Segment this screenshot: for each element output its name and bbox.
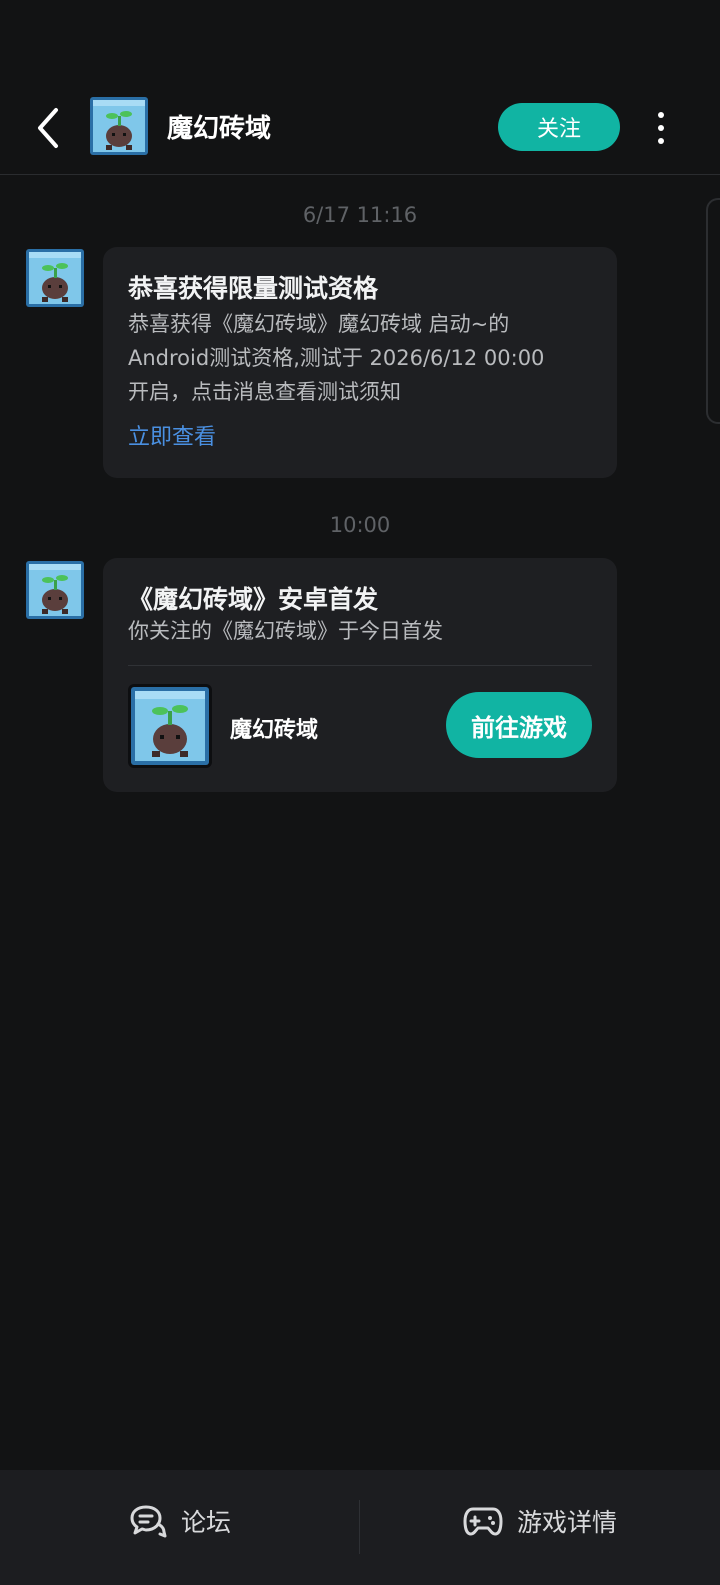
card-divider: [128, 665, 592, 666]
sender-avatar-icon[interactable]: [25, 248, 85, 308]
message-title: 《魔幻砖域》安卓首发: [128, 585, 379, 614]
page-title: 魔幻砖域: [167, 114, 272, 144]
message-card[interactable]: 《魔幻砖域》安卓首发 你关注的《魔幻砖域》于今日首发 魔幻砖域 前往游戏: [103, 558, 617, 792]
top-header: 魔幻砖域 关注: [0, 80, 720, 175]
message-body-line: 开启，点击消息查看测试须知: [128, 380, 401, 404]
game-avatar-icon[interactable]: [89, 96, 149, 156]
back-chevron-icon: [38, 108, 58, 148]
app-root: 魔幻砖域 关注 6/17 11:16 恭喜获得限量测试资格 恭喜获得《魔幻砖域》…: [0, 0, 720, 1585]
message-card[interactable]: 恭喜获得限量测试资格 恭喜获得《魔幻砖域》魔幻砖域 启动~的 Android测试…: [103, 247, 617, 478]
bottom-bar-divider: [359, 1500, 360, 1554]
more-vertical-icon: [658, 112, 664, 118]
go-to-game-button[interactable]: 前往游戏: [446, 692, 592, 758]
game-details-tab[interactable]: 游戏详情: [360, 1456, 720, 1585]
follow-button[interactable]: 关注: [498, 103, 620, 151]
game-icon[interactable]: [128, 684, 212, 768]
view-now-link[interactable]: 立即查看: [128, 419, 216, 451]
forum-tab[interactable]: 论坛: [0, 1456, 360, 1585]
game-details-tab-label: 游戏详情: [516, 1507, 617, 1537]
message-title: 恭喜获得限量测试资格: [128, 274, 379, 303]
side-drawer-handle[interactable]: [706, 198, 720, 424]
message-body-line: 恭喜获得《魔幻砖域》魔幻砖域 启动~的: [128, 312, 510, 336]
game-name: 魔幻砖域: [230, 718, 319, 743]
message-body: 恭喜获得《魔幻砖域》魔幻砖域 启动~的 Android测试资格,测试于 2026…: [128, 307, 598, 409]
more-options-button[interactable]: [646, 104, 676, 152]
message-body: 你关注的《魔幻砖域》于今日首发: [128, 619, 443, 643]
forum-tab-label: 论坛: [180, 1507, 231, 1537]
back-button[interactable]: [26, 104, 70, 152]
message-body-line: Android测试资格,测试于 2026/6/12 00:00: [128, 346, 545, 370]
message-timestamp: 10:00: [329, 513, 391, 537]
game-row: 魔幻砖域 前往游戏: [128, 684, 592, 768]
message-timestamp: 6/17 11:16: [302, 203, 418, 227]
bottom-bar: 论坛 游戏详情: [0, 1470, 720, 1585]
gamepad-icon: [463, 1507, 503, 1535]
sender-avatar-icon[interactable]: [25, 560, 85, 620]
forum-chat-icon: [130, 1505, 167, 1537]
